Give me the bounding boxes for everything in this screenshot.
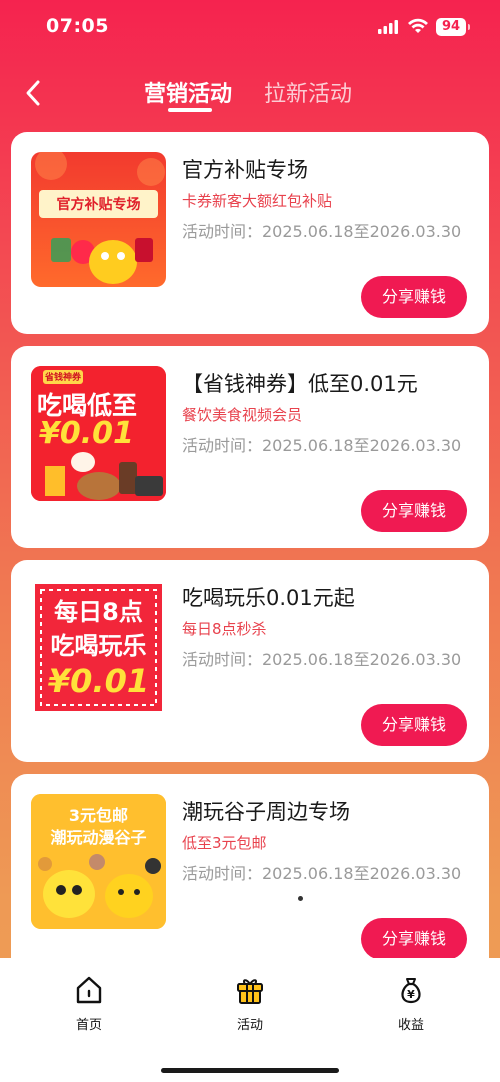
card-period: 活动时间：2025.06.18至2026.03.30 <box>182 222 462 241</box>
bottom-tab-bar: 首页 活动 ¥ 收益 <box>0 958 500 1082</box>
money-bag-icon: ¥ <box>401 978 421 1004</box>
card-period: 活动时间：2025.06.18至2026.03.30 <box>182 436 462 455</box>
share-earn-button[interactable]: 分享赚钱 <box>361 276 467 318</box>
card-subtitle: 卡券新客大额红包补贴 <box>182 192 333 210</box>
activity-card[interactable]: 每日8点 吃喝玩乐 ¥0.01 吃喝玩乐0.01元起 每日8点秒杀 活动时间：2… <box>11 560 489 762</box>
card-period: 活动时间：2025.06.18至2026.03.30 <box>182 650 462 669</box>
thumb-line2: 潮玩动漫谷子 <box>50 828 147 847</box>
card-title: 潮玩谷子周边专场 <box>182 800 350 824</box>
share-earn-button[interactable]: 分享赚钱 <box>361 490 467 532</box>
tab-activity[interactable]: 活动 <box>220 974 280 1033</box>
status-time: 07:05 <box>46 15 109 37</box>
tab-activity-label: 活动 <box>236 1018 263 1033</box>
card-subtitle: 低至3元包邮 <box>182 834 267 852</box>
tab-new-users[interactable]: 拉新活动 <box>264 76 352 108</box>
card-thumbnail: 官方补贴专场 <box>31 152 166 287</box>
screen: 07:05 94 营销活动 拉新活动 官方补贴专场 官方补贴专场 卡券新客大额红… <box>0 0 500 1082</box>
status-bar: 07:05 94 <box>0 0 500 58</box>
thumb-line1: 每日8点 <box>54 598 143 626</box>
card-period: 活动时间：2025.06.18至2026.03.30 <box>182 864 462 883</box>
activity-card[interactable]: 省钱神券 吃喝低至 ¥0.01 【省钱神券】低至0.01元 餐饮美食视频会员 活… <box>11 346 489 548</box>
signal-icon <box>378 20 398 34</box>
home-icon <box>76 976 102 1004</box>
thumb-line3: ¥0.01 <box>47 662 150 700</box>
card-title: 吃喝玩乐0.01元起 <box>182 586 355 610</box>
share-earn-button[interactable]: 分享赚钱 <box>361 918 467 960</box>
thumb-text: 官方补贴专场 <box>56 197 141 213</box>
card-title: 【省钱神券】低至0.01元 <box>182 372 418 396</box>
gift-icon <box>237 979 263 1004</box>
card-thumbnail: 省钱神券 吃喝低至 ¥0.01 <box>31 366 166 501</box>
tab-home[interactable]: 首页 <box>59 974 119 1033</box>
tab-indicator <box>168 108 212 112</box>
thumb-line1: 3元包邮 <box>68 806 129 825</box>
card-title: 官方补贴专场 <box>182 158 308 182</box>
tab-earnings[interactable]: ¥ 收益 <box>381 974 441 1033</box>
svg-text:¥: ¥ <box>407 988 415 1001</box>
top-nav: 营销活动 拉新活动 <box>0 62 500 120</box>
thumb-line2: ¥0.01 <box>39 416 134 451</box>
scroll-dot <box>298 896 303 901</box>
wifi-icon <box>408 18 428 33</box>
card-thumbnail: 3元包邮 潮玩动漫谷子 <box>31 794 166 929</box>
back-arrow-icon[interactable] <box>22 78 46 108</box>
card-thumbnail: 每日8点 吃喝玩乐 ¥0.01 <box>31 580 166 715</box>
thumb-line2: 吃喝玩乐 <box>50 632 147 660</box>
home-indicator <box>161 1068 339 1073</box>
share-earn-button[interactable]: 分享赚钱 <box>361 704 467 746</box>
tab-home-label: 首页 <box>75 1018 102 1033</box>
activity-card[interactable]: 官方补贴专场 官方补贴专场 卡券新客大额红包补贴 活动时间：2025.06.18… <box>11 132 489 334</box>
tab-marketing[interactable]: 营销活动 <box>144 76 232 108</box>
tab-earnings-label: 收益 <box>397 1018 424 1033</box>
card-subtitle: 餐饮美食视频会员 <box>182 406 303 424</box>
thumb-tag: 省钱神券 <box>44 373 81 383</box>
card-subtitle: 每日8点秒杀 <box>182 620 267 638</box>
battery-indicator: 94 <box>436 18 470 36</box>
